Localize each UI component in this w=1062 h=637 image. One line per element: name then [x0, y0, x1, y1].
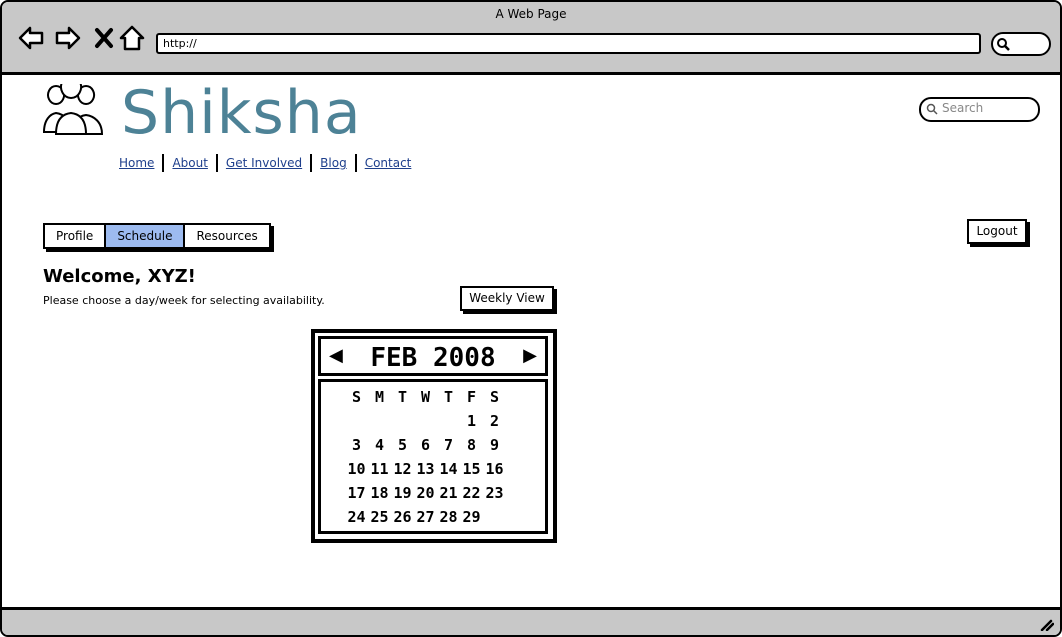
calendar-day[interactable]: 23	[483, 484, 506, 508]
forward-arrow-icon[interactable]	[54, 24, 82, 52]
nav-link-about[interactable]: About	[164, 156, 215, 170]
calendar-day[interactable]: 3	[345, 436, 368, 460]
weekday-header: T	[397, 388, 408, 406]
calendar-day[interactable]: 6	[414, 436, 437, 460]
people-group-icon	[42, 84, 104, 135]
nav-link-contact[interactable]: Contact	[357, 156, 420, 170]
calendar-day[interactable]: 14	[437, 460, 460, 484]
calendar-day[interactable]: 18	[368, 484, 391, 508]
calendar-day[interactable]: 21	[437, 484, 460, 508]
search-icon	[997, 38, 1010, 51]
browser-chrome: A Web Page http://	[2, 2, 1060, 75]
weekly-view-button[interactable]: Weekly View	[460, 286, 554, 311]
calendar-day[interactable]: 2	[483, 412, 506, 436]
calendar-grid: S M T W T F S 1 2 3 4 5 6 7 8 9 10 11 12 13 14 15 16 17 18 19 20 21…	[345, 388, 506, 532]
calendar-day[interactable]: 26	[391, 508, 414, 532]
calendar-month-label: FEB 2008	[370, 343, 496, 373]
browser-window: A Web Page http:// Shiksha Search Home A…	[0, 0, 1062, 637]
instruction-text: Please choose a day/week for selecting a…	[43, 294, 325, 307]
welcome-heading: Welcome, XYZ!	[43, 266, 196, 287]
calendar-day[interactable]: 4	[368, 436, 391, 460]
calendar-day[interactable]: 25	[368, 508, 391, 532]
calendar-day[interactable]: 20	[414, 484, 437, 508]
calendar-day[interactable]: 19	[391, 484, 414, 508]
calendar-empty-cell	[437, 412, 460, 436]
logout-button[interactable]: Logout	[967, 219, 1027, 244]
close-icon[interactable]	[91, 24, 119, 52]
weekday-header: M	[374, 388, 385, 406]
calendar-day[interactable]: 24	[345, 508, 368, 532]
browser-search-field[interactable]	[991, 32, 1051, 56]
resize-grip-icon[interactable]	[1038, 617, 1054, 631]
weekday-header: F	[466, 388, 477, 406]
calendar-day[interactable]: 8	[460, 436, 483, 460]
nav-link-home[interactable]: Home	[119, 156, 162, 170]
tab-resources[interactable]: Resources	[185, 225, 268, 247]
nav-link-blog[interactable]: Blog	[312, 156, 355, 170]
search-placeholder: Search	[942, 101, 984, 115]
calendar-day[interactable]: 5	[391, 436, 414, 460]
site-search-input[interactable]: Search	[919, 97, 1040, 122]
calendar-day[interactable]: 7	[437, 436, 460, 460]
calendar-header: ◀ FEB 2008 ▶	[318, 336, 548, 376]
tab-bar: Profile Schedule Resources	[43, 223, 271, 249]
calendar-day[interactable]: 12	[391, 460, 414, 484]
search-icon	[926, 103, 938, 115]
site-logo-text[interactable]: Shiksha	[121, 75, 362, 151]
home-icon[interactable]	[118, 24, 146, 52]
calendar-day[interactable]: 16	[483, 460, 506, 484]
calendar-day[interactable]: 15	[460, 460, 483, 484]
nav-link-get-involved[interactable]: Get Involved	[218, 156, 310, 170]
calendar-day[interactable]: 28	[437, 508, 460, 532]
calendar-empty-cell	[483, 508, 506, 532]
weekday-header: S	[489, 388, 500, 406]
tab-profile[interactable]: Profile	[45, 225, 107, 247]
calendar-empty-cell	[368, 412, 391, 436]
url-bar[interactable]: http://	[156, 33, 981, 54]
status-bar	[2, 607, 1060, 635]
calendar-day[interactable]: 1	[460, 412, 483, 436]
weekday-header: S	[351, 388, 362, 406]
tab-schedule[interactable]: Schedule	[106, 225, 186, 247]
calendar-day[interactable]: 9	[483, 436, 506, 460]
weekday-header: W	[420, 388, 431, 406]
calendar-day[interactable]: 17	[345, 484, 368, 508]
calendar-empty-cell	[391, 412, 414, 436]
main-nav: Home About Get Involved Blog Contact	[119, 154, 419, 172]
back-arrow-icon[interactable]	[17, 24, 45, 52]
next-month-icon[interactable]: ▶	[523, 345, 537, 366]
weekday-header: T	[443, 388, 454, 406]
calendar-day[interactable]: 29	[460, 508, 483, 532]
calendar-day[interactable]: 13	[414, 460, 437, 484]
calendar-day[interactable]: 11	[368, 460, 391, 484]
calendar-empty-cell	[414, 412, 437, 436]
calendar-day[interactable]: 27	[414, 508, 437, 532]
calendar-empty-cell	[345, 412, 368, 436]
calendar-widget: ◀ FEB 2008 ▶ S M T W T F S 1 2 3 4 5 6 7 8 9 10 11 12 13 14 1…	[311, 329, 557, 543]
calendar-day[interactable]: 10	[345, 460, 368, 484]
window-title: A Web Page	[495, 7, 567, 21]
calendar-body: S M T W T F S 1 2 3 4 5 6 7 8 9 10 11 12 13 14 15 16 17 18 19 20 21…	[318, 379, 548, 534]
calendar-day[interactable]: 22	[460, 484, 483, 508]
